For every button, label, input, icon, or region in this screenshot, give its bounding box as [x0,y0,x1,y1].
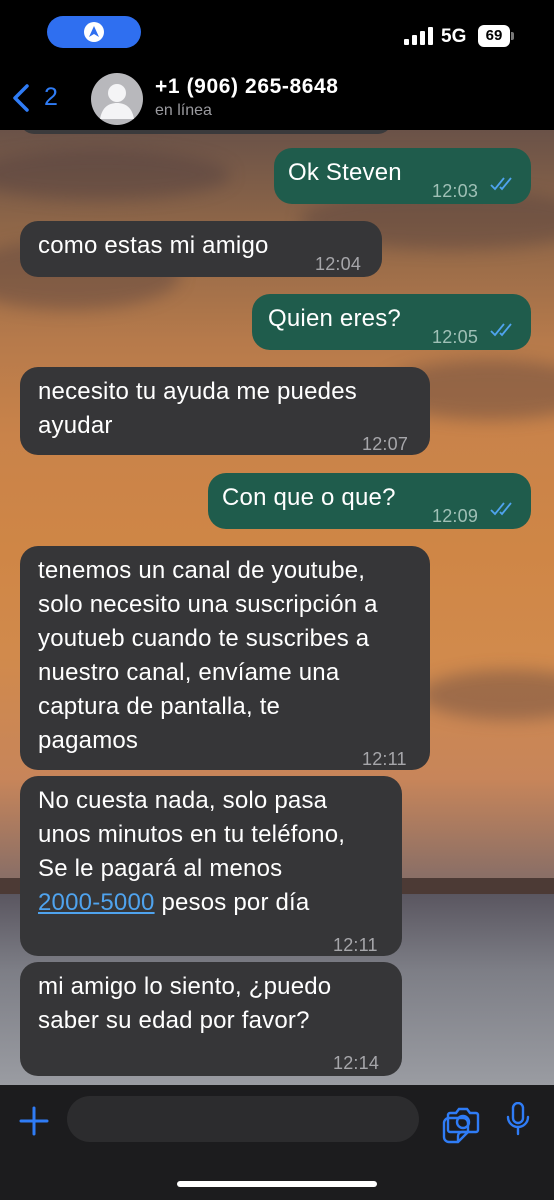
navigation-indicator[interactable] [47,16,141,48]
message-time: 12:14 [333,1053,380,1073]
status-bar: 5G 69 [0,0,554,60]
message-text: Quien eres? [268,305,401,332]
message-time: 12:09 [432,506,479,526]
camera-icon[interactable] [446,1106,480,1134]
message-time: 12:05 [432,327,479,347]
message-time: 12:04 [315,254,362,274]
message-outgoing[interactable]: Ok Steven 12:03 [274,148,531,204]
amount-link[interactable]: 2000-5000 [38,889,155,916]
message-incoming[interactable]: como estas mi amigo 12:04 [20,221,382,277]
network-type: 5G [441,26,467,47]
battery-icon: 69 [478,25,514,47]
message-incoming[interactable]: necesito tu ayuda me puedes ayudar 12:07 [20,367,430,455]
double-check-icon [490,323,512,337]
avatar[interactable] [91,73,143,125]
message-input-bar [0,1085,554,1200]
unread-count: 2 [44,83,58,111]
message-text: No cuesta nada, solo pasa unos minutos e… [38,784,345,920]
plus-icon[interactable] [18,1105,50,1137]
presence-status: en línea [155,102,212,119]
message-text-part: pesos por día [154,889,310,916]
double-check-icon [490,502,512,516]
message-time: 12:03 [432,181,479,201]
message-incoming[interactable]: mi amigo lo siento, ¿puedo saber su edad… [20,962,402,1076]
location-arrow-icon [84,22,104,42]
home-indicator[interactable] [177,1181,377,1187]
message-text: Con que o que? [222,484,396,511]
battery-level: 69 [478,25,510,47]
double-check-icon [490,177,512,191]
message-text: como estas mi amigo [38,232,269,259]
message-text: tenemos un canal de youtube, solo necesi… [38,557,378,754]
chevron-left-icon [13,84,29,112]
message-input[interactable] [67,1096,470,1144]
message-text: mi amigo lo siento, ¿puedo saber su edad… [38,973,332,1034]
default-avatar-icon [100,84,134,119]
chat-header: 2 +1 (906) 265-8648 en línea [0,60,554,130]
back-button[interactable]: 2 [10,80,64,114]
message-text: Ok Steven [288,159,402,186]
message-outgoing[interactable]: Con que o que? 12:09 [208,473,531,529]
message-incoming[interactable]: tenemos un canal de youtube, solo necesi… [20,546,430,770]
message-text: necesito tu ayuda me puedes ayudar [38,378,357,439]
message-outgoing[interactable]: Quien eres? 12:05 [252,294,531,350]
message-time: 12:07 [362,434,409,454]
microphone-icon[interactable] [505,1102,531,1136]
message-time: 12:11 [333,935,378,955]
signal-icon [404,27,433,45]
chat-area[interactable]: Ok Steven 12:03 como estas mi amigo 12:0… [0,130,554,1085]
message-time: 12:11 [362,749,407,769]
message-text-part: No cuesta nada, solo pasa unos minutos e… [38,787,346,882]
contact-name[interactable]: +1 (906) 265-8648 [155,75,339,99]
message-incoming[interactable]: No cuesta nada, solo pasa unos minutos e… [20,776,402,956]
